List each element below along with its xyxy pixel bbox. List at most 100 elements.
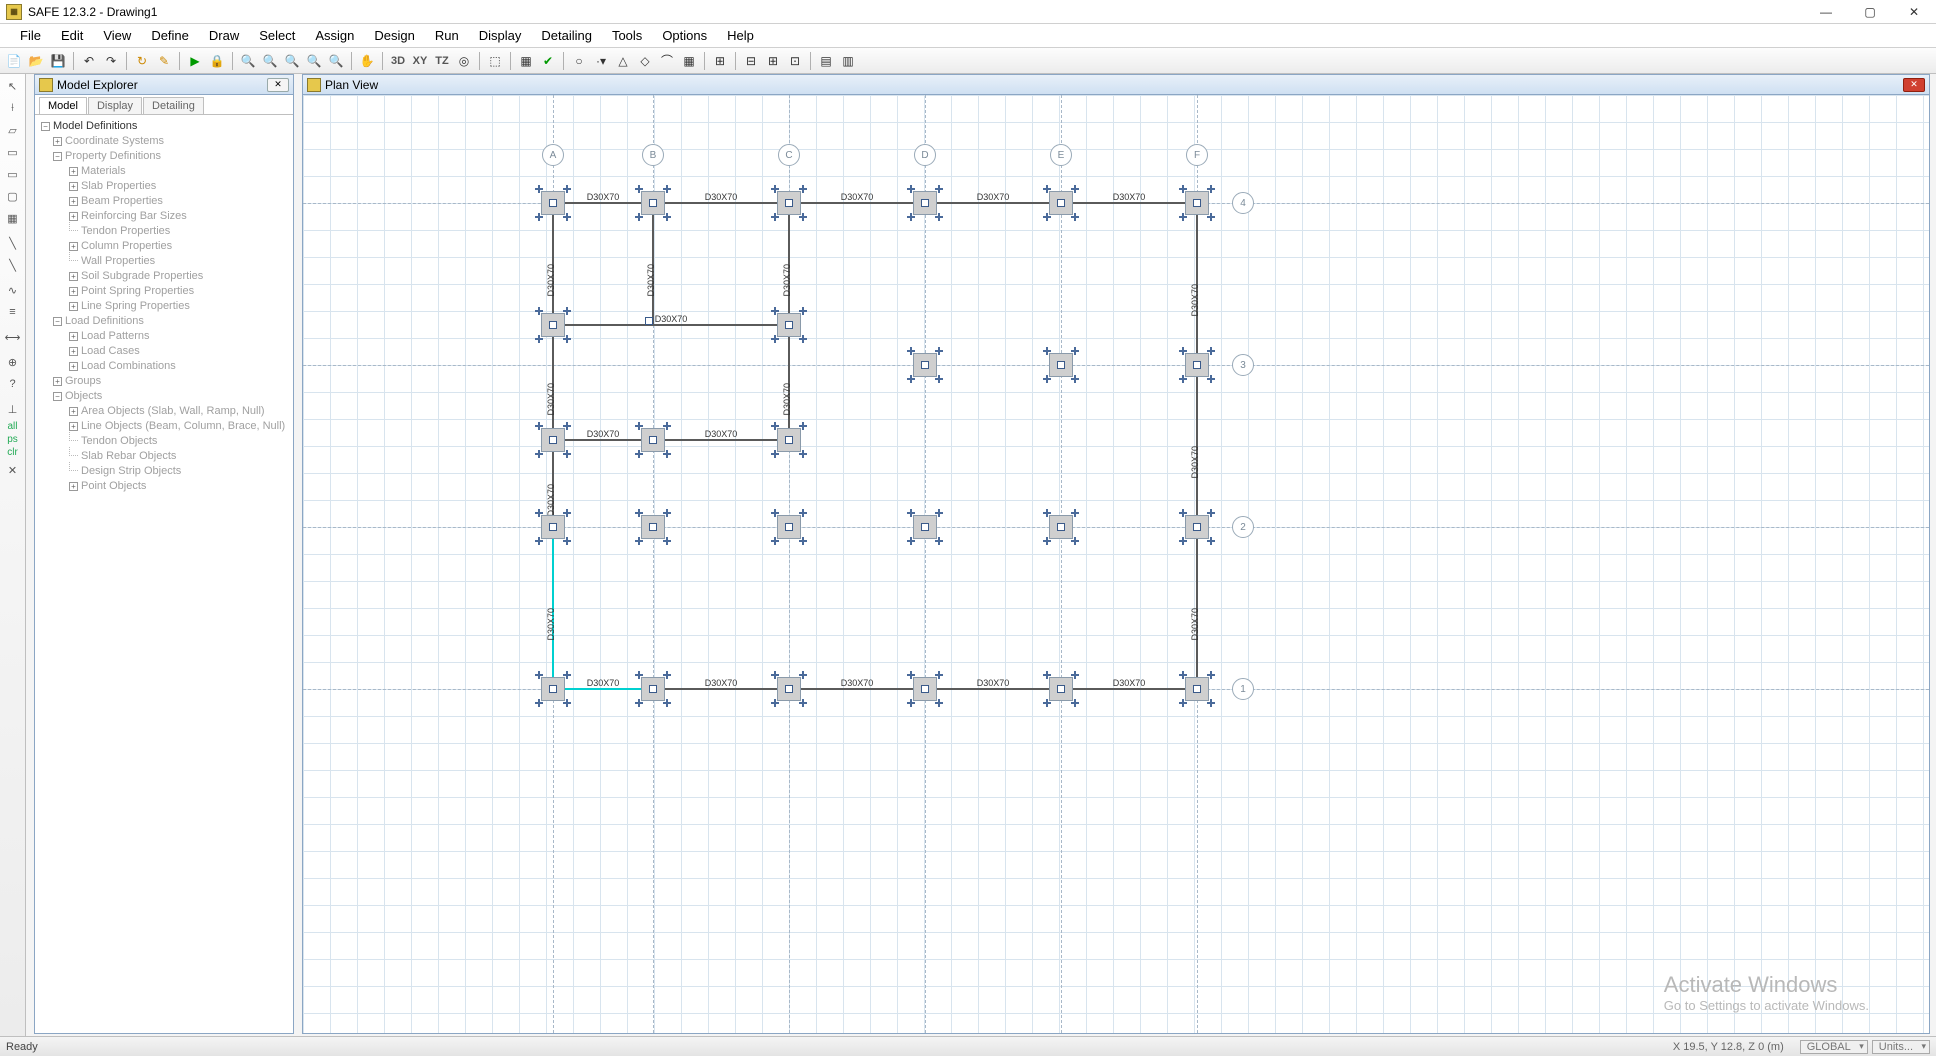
column[interactable] (536, 186, 570, 220)
pointer-icon[interactable]: ↖ (3, 76, 23, 96)
beam[interactable] (1061, 202, 1197, 204)
undo-icon[interactable]: ↶ (79, 51, 99, 71)
menu-detailing[interactable]: Detailing (531, 24, 602, 47)
new-icon[interactable]: 📄 (4, 51, 24, 71)
tree-node[interactable]: +Area Objects (Slab, Wall, Ramp, Null) (41, 404, 287, 419)
tree-node[interactable]: −Property Definitions (41, 149, 287, 164)
tree-node[interactable]: +Materials (41, 164, 287, 179)
tree-node[interactable]: +Load Cases (41, 344, 287, 359)
tree-node[interactable]: +Beam Properties (41, 194, 287, 209)
zoom-rubber-icon[interactable]: 🔍 (238, 51, 258, 71)
units-combo[interactable]: Units... (1872, 1040, 1930, 1054)
column[interactable] (536, 423, 570, 457)
maximize-button[interactable]: ▢ (1848, 0, 1892, 24)
menu-draw[interactable]: Draw (199, 24, 249, 47)
column[interactable] (536, 308, 570, 342)
column[interactable] (1044, 510, 1078, 544)
beam[interactable] (653, 688, 789, 690)
shape-diamond-icon[interactable]: ◇ (635, 51, 655, 71)
shape-circle-icon[interactable]: ○ (569, 51, 589, 71)
quick-line-icon[interactable]: ╲ (3, 255, 23, 275)
menu-tools[interactable]: Tools (602, 24, 652, 47)
tree-node[interactable]: Design Strip Objects (41, 464, 287, 479)
intersect-icon[interactable]: ✕ (3, 460, 23, 480)
perspective-icon[interactable]: ⬚ (485, 51, 505, 71)
close-button[interactable]: ✕ (1892, 0, 1936, 24)
pan-icon[interactable]: ✋ (357, 51, 377, 71)
axis-icon[interactable]: ⊥ (3, 399, 23, 419)
column[interactable] (772, 672, 806, 706)
column[interactable] (1180, 672, 1214, 706)
menu-help[interactable]: Help (717, 24, 764, 47)
coord-system-combo[interactable]: GLOBAL (1800, 1040, 1868, 1054)
view-3d-button[interactable]: 3D (388, 51, 408, 71)
plan-canvas[interactable]: Activate Windows Go to Settings to activ… (303, 95, 1929, 1033)
menu-define[interactable]: Define (141, 24, 199, 47)
menu-view[interactable]: View (93, 24, 141, 47)
line-tool-icon[interactable]: ╲ (3, 233, 23, 253)
sel-all-button[interactable]: all (7, 421, 17, 432)
column[interactable] (772, 510, 806, 544)
tree-node[interactable]: +Coordinate Systems (41, 134, 287, 149)
view-tz-button[interactable]: TZ (432, 51, 452, 71)
target-icon[interactable]: ◎ (454, 51, 474, 71)
menu-edit[interactable]: Edit (51, 24, 93, 47)
column[interactable] (1044, 348, 1078, 382)
menu-options[interactable]: Options (652, 24, 717, 47)
shape-triangle-icon[interactable]: △ (613, 51, 633, 71)
sel-clear-button[interactable]: clr (7, 447, 18, 458)
column[interactable] (1044, 672, 1078, 706)
column[interactable] (536, 510, 570, 544)
column[interactable] (1180, 348, 1214, 382)
save-icon[interactable]: 💾 (48, 51, 68, 71)
panel-close-button[interactable]: ✕ (267, 78, 289, 92)
column[interactable] (772, 308, 806, 342)
run-icon[interactable]: ▶ (185, 51, 205, 71)
draw-line-icon[interactable]: ▭ (3, 142, 23, 162)
explorer-tab-model[interactable]: Model (39, 97, 87, 114)
column[interactable] (908, 186, 942, 220)
reshape-icon[interactable]: ⟊ (3, 98, 23, 118)
model-explorer-header[interactable]: Model Explorer ✕ (35, 75, 293, 95)
beam[interactable] (553, 324, 789, 326)
menu-display[interactable]: Display (469, 24, 532, 47)
draw-area-icon[interactable]: ▭ (3, 164, 23, 184)
column[interactable] (1180, 186, 1214, 220)
column[interactable] (772, 186, 806, 220)
column[interactable] (536, 672, 570, 706)
menu-select[interactable]: Select (249, 24, 305, 47)
tree-node[interactable]: −Objects (41, 389, 287, 404)
tree-node[interactable]: Tendon Properties (41, 224, 287, 239)
shape-gear-icon[interactable]: ▦ (679, 51, 699, 71)
object-shrink-icon[interactable]: ▦ (516, 51, 536, 71)
sel-prev-button[interactable]: ps (7, 434, 18, 445)
tree-node[interactable]: +Slab Properties (41, 179, 287, 194)
tree-node[interactable]: +Point Spring Properties (41, 284, 287, 299)
zoom-out-icon[interactable]: 🔍 (326, 51, 346, 71)
column[interactable] (908, 510, 942, 544)
tendon-icon[interactable]: ∿ (3, 280, 23, 300)
plan-close-button[interactable]: ✕ (1903, 78, 1925, 92)
column[interactable] (636, 186, 670, 220)
column[interactable] (1180, 510, 1214, 544)
column[interactable] (636, 672, 670, 706)
menu-run[interactable]: Run (425, 24, 469, 47)
tree-node[interactable]: +Line Spring Properties (41, 299, 287, 314)
shape-bridge-icon[interactable]: ⌒ (657, 51, 677, 71)
draw-slab-icon[interactable]: ▦ (3, 208, 23, 228)
column[interactable] (772, 423, 806, 457)
explorer-tab-display[interactable]: Display (88, 97, 142, 114)
zoom-full-icon[interactable]: 🔍 (260, 51, 280, 71)
tree-node[interactable]: +Point Objects (41, 479, 287, 494)
beam[interactable] (789, 202, 925, 204)
explorer-tree[interactable]: −Model Definitions+Coordinate Systems−Pr… (35, 115, 293, 498)
tree-node[interactable]: +Groups (41, 374, 287, 389)
tree-node[interactable]: +Load Patterns (41, 329, 287, 344)
menu-design[interactable]: Design (364, 24, 424, 47)
tree-node[interactable]: Wall Properties (41, 254, 287, 269)
dim-icon[interactable]: ⟷ (3, 327, 23, 347)
shape-dot-icon[interactable]: ·▾ (591, 51, 611, 71)
column[interactable] (1044, 186, 1078, 220)
beam[interactable] (925, 202, 1061, 204)
snap-icon[interactable]: ⊕ (3, 352, 23, 372)
